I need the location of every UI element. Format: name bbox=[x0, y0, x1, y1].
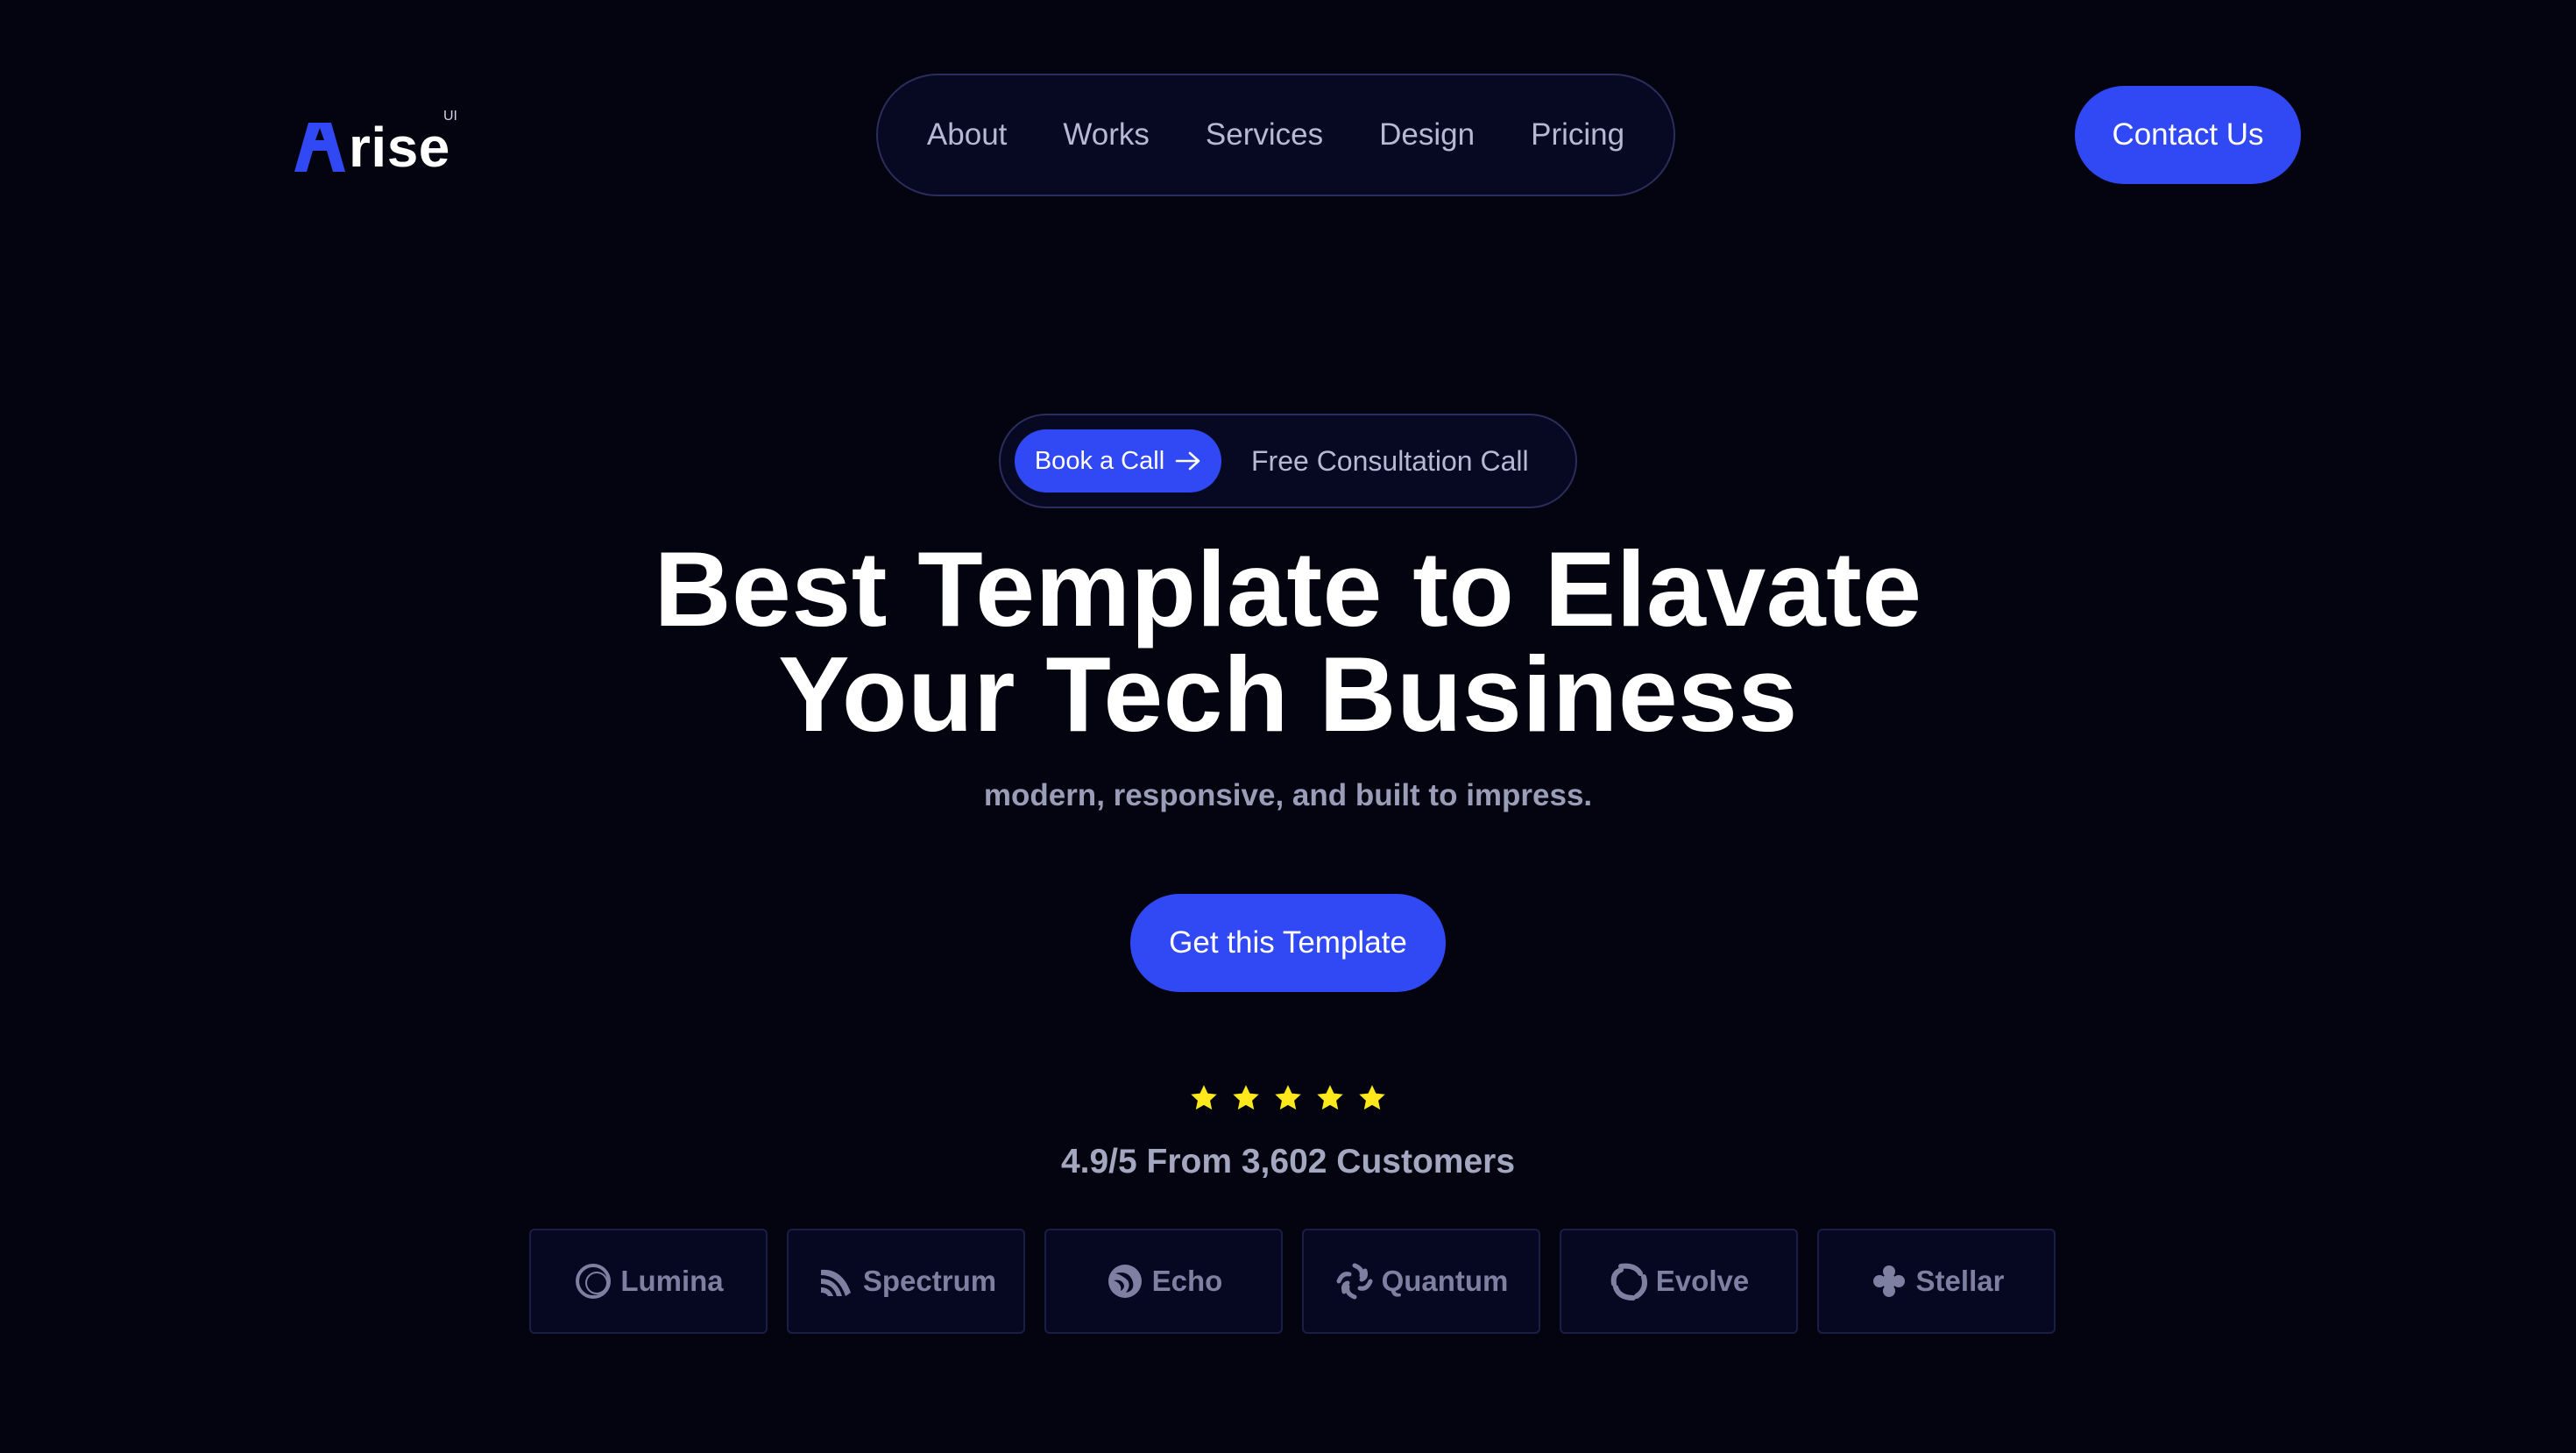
brand-name: Lumina bbox=[620, 1265, 724, 1297]
brand-logos: Lumina Spectrum Echo Quantum Evolve Stel… bbox=[529, 1229, 2056, 1334]
star-icon bbox=[1359, 1085, 1385, 1110]
evolve-icon bbox=[1610, 1263, 1647, 1301]
brand-name: Spectrum bbox=[862, 1265, 997, 1297]
arrow-right-icon bbox=[1175, 451, 1200, 471]
book-call-label: Book a Call bbox=[1034, 446, 1165, 475]
free-consultation-text: Free Consultation Call bbox=[1251, 444, 1529, 477]
rating-text: 4.9/5 From 3,602 Customers bbox=[1060, 1143, 1516, 1180]
brand-echo: Echo bbox=[1044, 1229, 1283, 1334]
brand-spectrum: Spectrum bbox=[787, 1229, 1025, 1334]
hero-headline-line-2: Your Tech Business bbox=[778, 634, 1798, 754]
nav-item-works[interactable]: Works bbox=[1063, 117, 1150, 152]
get-template-button[interactable]: Get this Template bbox=[1130, 894, 1446, 992]
star-icon bbox=[1275, 1085, 1301, 1110]
landing-page: rise UI About Works Services Design Pric… bbox=[0, 0, 2576, 1453]
main-nav: About Works Services Design Pricing bbox=[876, 74, 1675, 196]
logo-wordmark: rise bbox=[349, 116, 450, 179]
book-call-button[interactable]: Book a Call bbox=[1015, 429, 1221, 493]
nav-item-about[interactable]: About bbox=[927, 117, 1007, 152]
rating-stars bbox=[0, 1083, 2576, 1113]
contact-us-button[interactable]: Contact Us bbox=[2075, 86, 2301, 184]
brand-logo[interactable]: rise UI bbox=[294, 103, 457, 179]
book-call-pill: Book a Call Free Consultation Call bbox=[999, 414, 1577, 508]
stellar-icon bbox=[1872, 1265, 1905, 1297]
hero-headline: Best Template to Elavate Your Tech Busin… bbox=[0, 529, 2576, 754]
echo-icon bbox=[1108, 1265, 1142, 1298]
brand-name: Stellar bbox=[1915, 1265, 2005, 1297]
star-icon bbox=[1191, 1085, 1217, 1110]
star-icon bbox=[1317, 1085, 1343, 1110]
brand-name: Quantum bbox=[1381, 1265, 1509, 1297]
nav-item-services[interactable]: Services bbox=[1206, 117, 1323, 152]
quantum-icon bbox=[1336, 1263, 1373, 1300]
brand-evolve: Evolve bbox=[1560, 1229, 1798, 1334]
logo-a-icon bbox=[294, 123, 345, 172]
spectrum-icon bbox=[820, 1269, 851, 1296]
logo-superscript: UI bbox=[443, 109, 457, 124]
star-icon bbox=[1233, 1085, 1259, 1110]
brand-lumina: Lumina bbox=[529, 1229, 768, 1334]
brand-stellar: Stellar bbox=[1817, 1229, 2056, 1334]
nav-item-design[interactable]: Design bbox=[1379, 117, 1475, 152]
hero-headline-line-1: Best Template to Elavate bbox=[654, 529, 1922, 649]
hero-subheadline: modern, responsive, and built to impress… bbox=[983, 778, 1593, 812]
nav-item-pricing[interactable]: Pricing bbox=[1531, 117, 1624, 152]
brand-quantum: Quantum bbox=[1302, 1229, 1540, 1334]
lumina-icon bbox=[576, 1264, 612, 1299]
brand-name: Evolve bbox=[1655, 1265, 1750, 1297]
brand-name: Echo bbox=[1151, 1265, 1223, 1297]
